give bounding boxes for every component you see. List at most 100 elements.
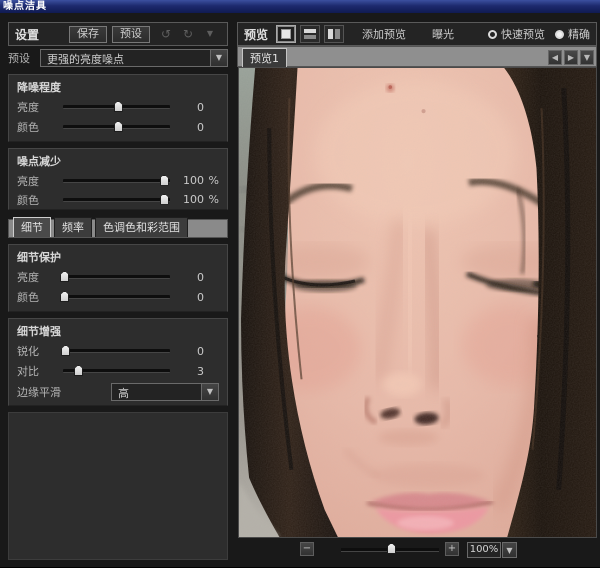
tab-tonal-color-range[interactable]: 色调色和彩范围 — [95, 217, 188, 237]
fast-preview-radio[interactable] — [488, 30, 497, 39]
edge-smooth-row: 边缘平滑 高 ▼ — [9, 381, 227, 401]
edge-smooth-select[interactable]: 高 ▼ — [111, 383, 219, 401]
slider-value: 3 — [178, 365, 204, 378]
preview-tabbar: 预览1 ◀ ▶ ▼ — [237, 46, 597, 67]
zoom-level-value[interactable]: 100% — [467, 542, 501, 558]
section-detail-protect-title: 细节保护 — [9, 245, 227, 267]
slider-value: 100 — [178, 193, 204, 206]
preset-select-value[interactable]: 更强的亮度噪点 — [40, 49, 211, 67]
protect-color-slider[interactable] — [63, 295, 170, 299]
single-view-button[interactable] — [276, 25, 296, 43]
tab-scroll-right-icon[interactable]: ▶ — [564, 50, 578, 65]
vertical-split-icon — [328, 29, 340, 39]
color-slider[interactable] — [63, 125, 170, 129]
edge-smooth-caret-icon[interactable]: ▼ — [202, 383, 219, 401]
section-noise-level: 降噪程度 亮度 0 颜色 0 — [8, 74, 228, 142]
slider-label: 对比 — [17, 363, 61, 379]
slider-thumb[interactable] — [60, 271, 69, 282]
slider-thumb[interactable] — [61, 345, 70, 356]
slider-thumb[interactable] — [74, 365, 83, 376]
slider-row: 颜色 0 — [9, 117, 227, 137]
tab-scroll-left-icon[interactable]: ◀ — [548, 50, 562, 65]
tab-list-caret-icon[interactable]: ▼ — [580, 50, 594, 65]
tab-frequency[interactable]: 频率 — [54, 217, 92, 237]
slider-label: 亮度 — [17, 173, 61, 189]
slider-value: 0 — [178, 271, 204, 284]
section-detail-enhance: 细节增强 锐化 0 对比 3 边缘平滑 高 ▼ — [8, 318, 228, 406]
section-detail-enhance-title: 细节增强 — [9, 319, 227, 341]
horizontal-split-icon — [304, 29, 316, 39]
preset-row: 预设 更强的亮度噪点 ▼ — [8, 49, 228, 67]
preset-select[interactable]: 更强的亮度噪点 ▼ — [40, 49, 228, 67]
slider-unit: % — [204, 193, 219, 206]
preset-button[interactable]: 预设 — [112, 26, 150, 43]
vertical-split-view-button[interactable] — [324, 25, 344, 43]
protect-luminance-slider[interactable] — [63, 275, 170, 279]
exposure-button[interactable]: 曝光 — [432, 26, 454, 42]
fast-preview-label: 快速预览 — [501, 26, 545, 42]
slider-row: 对比 3 — [9, 361, 227, 381]
slider-value: 0 — [178, 345, 204, 358]
section-noise-reduction: 噪点减少 亮度 100 % 颜色 100 % — [8, 148, 228, 210]
zoom-out-button[interactable]: − — [300, 542, 314, 556]
minus-icon: − — [303, 543, 311, 554]
undo-icon[interactable]: ↺ — [155, 26, 177, 43]
title-bar: 噪点洁具 — [0, 0, 600, 13]
slider-label: 锐化 — [17, 343, 61, 359]
preset-select-caret-icon[interactable]: ▼ — [211, 49, 228, 67]
accurate-label: 精确 — [568, 26, 590, 42]
slider-value: 100 — [178, 174, 204, 187]
plugin-window: 噪点洁具 设置 保存 预设 ↺ ↻ ▼ 预设 更强的亮度噪点 ▼ 降噪程度 亮度… — [0, 0, 600, 568]
edge-smooth-label: 边缘平滑 — [17, 384, 79, 400]
settings-label: 设置 — [15, 26, 39, 43]
preview-toolbar: 预览 添加预览 曝光 快速预览 精确 — [237, 22, 597, 46]
section-noise-reduction-title: 噪点减少 — [9, 149, 227, 171]
edge-smooth-value[interactable]: 高 — [111, 383, 202, 401]
slider-row: 亮度 0 — [9, 97, 227, 117]
slider-row: 颜色 100 % — [9, 190, 227, 209]
preview-image-area[interactable] — [238, 67, 597, 538]
slider-thumb[interactable] — [114, 101, 123, 112]
single-view-icon — [281, 29, 291, 39]
save-button[interactable]: 保存 — [69, 26, 107, 43]
zoom-in-button[interactable]: + — [445, 542, 459, 556]
preview-label: 预览 — [244, 26, 268, 43]
left-empty-panel — [8, 412, 228, 560]
slider-label: 亮度 — [17, 99, 61, 115]
accurate-radio[interactable] — [555, 30, 564, 39]
slider-value: 0 — [178, 121, 204, 134]
luminance-slider[interactable] — [63, 105, 170, 109]
slider-row: 亮度 100 % — [9, 171, 227, 190]
section-noise-level-title: 降噪程度 — [9, 75, 227, 97]
slider-value: 0 — [178, 291, 204, 304]
slider-row: 颜色 0 — [9, 287, 227, 307]
preset-row-label: 预设 — [8, 50, 40, 66]
slider-thumb[interactable] — [114, 121, 123, 132]
slider-label: 颜色 — [17, 119, 61, 135]
slider-row: 亮度 0 — [9, 267, 227, 287]
slider-thumb[interactable] — [60, 291, 69, 302]
preview-photo — [239, 68, 596, 537]
contrast-slider[interactable] — [63, 369, 170, 373]
redo-icon[interactable]: ↻ — [177, 26, 199, 43]
add-preview-button[interactable]: 添加预览 — [362, 26, 406, 42]
sharpen-slider[interactable] — [63, 349, 170, 353]
settings-tabstrip: 细节 频率 色调色和彩范围 — [8, 219, 228, 238]
zoom-slider-thumb[interactable] — [387, 543, 396, 554]
slider-thumb[interactable] — [160, 194, 169, 205]
slider-row: 锐化 0 — [9, 341, 227, 361]
preview-tab-1[interactable]: 预览1 — [242, 48, 287, 68]
slider-label: 颜色 — [17, 192, 61, 208]
tab-detail[interactable]: 细节 — [13, 217, 51, 237]
horizontal-split-view-button[interactable] — [300, 25, 320, 43]
zoom-level-caret-icon[interactable]: ▼ — [502, 542, 517, 558]
window-title: 噪点洁具 — [3, 1, 47, 12]
slider-thumb[interactable] — [160, 175, 169, 186]
zoom-slider[interactable] — [341, 548, 439, 552]
luminance-reduction-slider[interactable] — [63, 179, 170, 183]
settings-toolbar: 设置 保存 预设 ↺ ↻ ▼ — [8, 22, 228, 46]
section-detail-protect: 细节保护 亮度 0 颜色 0 — [8, 244, 228, 312]
history-dropdown-icon[interactable]: ▼ — [199, 26, 221, 43]
plus-icon: + — [448, 543, 456, 554]
color-reduction-slider[interactable] — [63, 198, 170, 202]
